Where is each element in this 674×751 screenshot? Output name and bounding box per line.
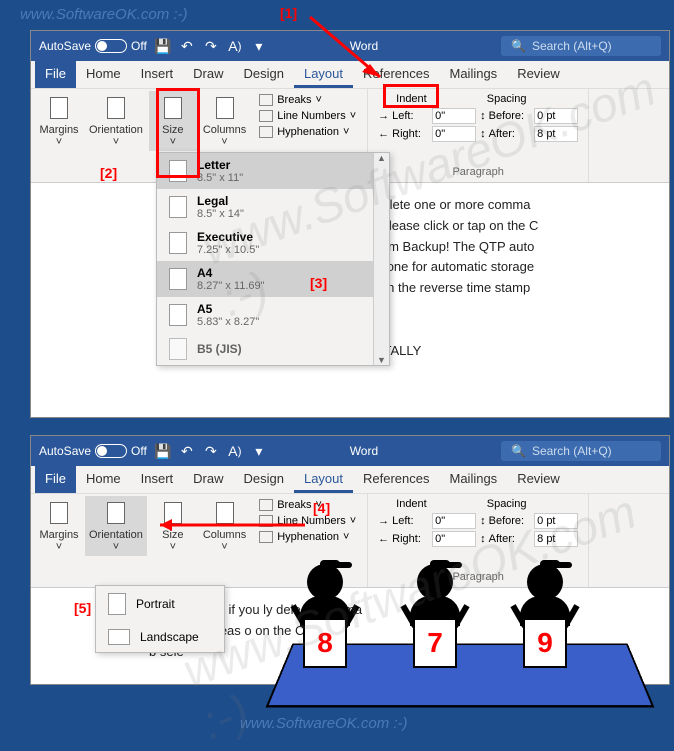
autosave-toggle[interactable]: AutoSave Off — [39, 39, 147, 53]
size-dropdown: Letter8.5" x 11" Legal8.5" x 14" Executi… — [156, 152, 390, 366]
tab-draw[interactable]: Draw — [183, 61, 233, 88]
tab-mailings[interactable]: Mailings — [440, 466, 508, 493]
orientation-button[interactable]: Orientation˅ — [85, 91, 147, 151]
redo-icon[interactable]: ↷ — [203, 443, 219, 459]
search-box[interactable]: 🔍Search (Alt+Q) — [501, 441, 661, 461]
tab-review[interactable]: Review — [507, 466, 570, 493]
annotation-5: [5] — [74, 600, 91, 616]
orientation-portrait[interactable]: Portrait — [96, 586, 224, 622]
breaks-button[interactable]: Breaks ˅ — [256, 93, 359, 107]
ribbon-tabs: File Home Insert Draw Design Layout Refe… — [31, 466, 669, 494]
touch-mode-icon[interactable]: A) — [227, 38, 243, 54]
judges-cartoon: 8 7 9 — [280, 528, 640, 708]
annotation-4: [4] — [313, 500, 330, 516]
orientation-button[interactable]: Orientation˅ — [85, 496, 147, 556]
size-option-a5[interactable]: A55.83" x 8.27" — [157, 297, 389, 333]
tab-insert[interactable]: Insert — [131, 466, 184, 493]
redo-icon[interactable]: ↷ — [203, 38, 219, 54]
tab-design[interactable]: Design — [234, 466, 294, 493]
spacing-after-input[interactable] — [534, 126, 578, 142]
size-option-a4[interactable]: A48.27" x 11.69" — [157, 261, 389, 297]
arrow-to-orientation — [150, 510, 310, 540]
margins-button[interactable]: Margins˅ — [35, 91, 83, 151]
orientation-landscape[interactable]: Landscape — [96, 622, 224, 652]
spacing-before-input[interactable] — [534, 108, 578, 124]
size-button[interactable]: Size˅ — [149, 91, 197, 151]
margins-button[interactable]: Margins˅ — [35, 496, 83, 556]
spacing-before-label: ↕ Before: — [480, 110, 530, 122]
search-icon: 🔍 — [511, 444, 526, 458]
save-icon[interactable]: 💾 — [155, 443, 171, 459]
dropdown-scrollbar[interactable] — [373, 153, 389, 365]
tab-home[interactable]: Home — [76, 61, 131, 88]
watermark-top: www.SoftwareOK.com :-) — [20, 6, 188, 23]
tab-home[interactable]: Home — [76, 466, 131, 493]
touch-mode-icon[interactable]: A) — [227, 443, 243, 459]
annotation-3: [3] — [310, 275, 327, 291]
save-icon[interactable]: 💾 — [155, 38, 171, 54]
tab-review[interactable]: Review — [507, 61, 570, 88]
search-box[interactable]: 🔍 Search (Alt+Q) — [501, 36, 661, 56]
annotation-2: [2] — [100, 165, 117, 181]
tab-file[interactable]: File — [35, 466, 76, 493]
indent-left-label: → Left: — [378, 110, 428, 122]
size-option-letter[interactable]: Letter8.5" x 11" — [157, 153, 389, 189]
size-option-b5[interactable]: B5 (JIS) — [157, 333, 389, 365]
tab-insert[interactable]: Insert — [131, 61, 184, 88]
indent-left-input[interactable] — [432, 513, 476, 529]
qat-dropdown-icon[interactable]: ▾ — [251, 38, 267, 54]
tab-file[interactable]: File — [35, 61, 76, 88]
spacing-after-label: ↕ After: — [480, 128, 530, 140]
tab-references[interactable]: References — [353, 466, 439, 493]
search-icon: 🔍 — [511, 39, 526, 53]
titlebar: AutoSaveOff 💾 ↶ ↷ A) ▾ Word 🔍Search (Alt… — [31, 436, 669, 466]
undo-icon[interactable]: ↶ — [179, 38, 195, 54]
size-option-executive[interactable]: Executive7.25" x 10.5" — [157, 225, 389, 261]
indent-left-input[interactable] — [432, 108, 476, 124]
tab-layout[interactable]: Layout — [294, 466, 353, 493]
size-option-legal[interactable]: Legal8.5" x 14" — [157, 189, 389, 225]
watermark-bottom: www.SoftwareOK.com :-) — [240, 715, 408, 732]
arrow-to-layout — [300, 12, 400, 92]
columns-button[interactable]: Columns˅ — [199, 91, 250, 151]
undo-icon[interactable]: ↶ — [179, 443, 195, 459]
tab-mailings[interactable]: Mailings — [440, 61, 508, 88]
app-title: Word — [275, 444, 493, 458]
tab-draw[interactable]: Draw — [183, 466, 233, 493]
tab-design[interactable]: Design — [234, 61, 294, 88]
indent-right-input[interactable] — [432, 126, 476, 142]
hyphenation-button[interactable]: Hyphenation ˅ — [256, 125, 359, 139]
orientation-dropdown: Portrait Landscape — [95, 585, 225, 653]
line-numbers-button[interactable]: Line Numbers ˅ — [256, 109, 359, 123]
spacing-before-input[interactable] — [534, 513, 578, 529]
indent-right-label: ← Right: — [378, 128, 428, 140]
autosave-toggle[interactable]: AutoSaveOff — [39, 444, 147, 458]
qat-dropdown-icon[interactable]: ▾ — [251, 443, 267, 459]
annotation-1: [1] — [280, 5, 297, 21]
paragraph-group-label: Paragraph — [372, 166, 584, 180]
